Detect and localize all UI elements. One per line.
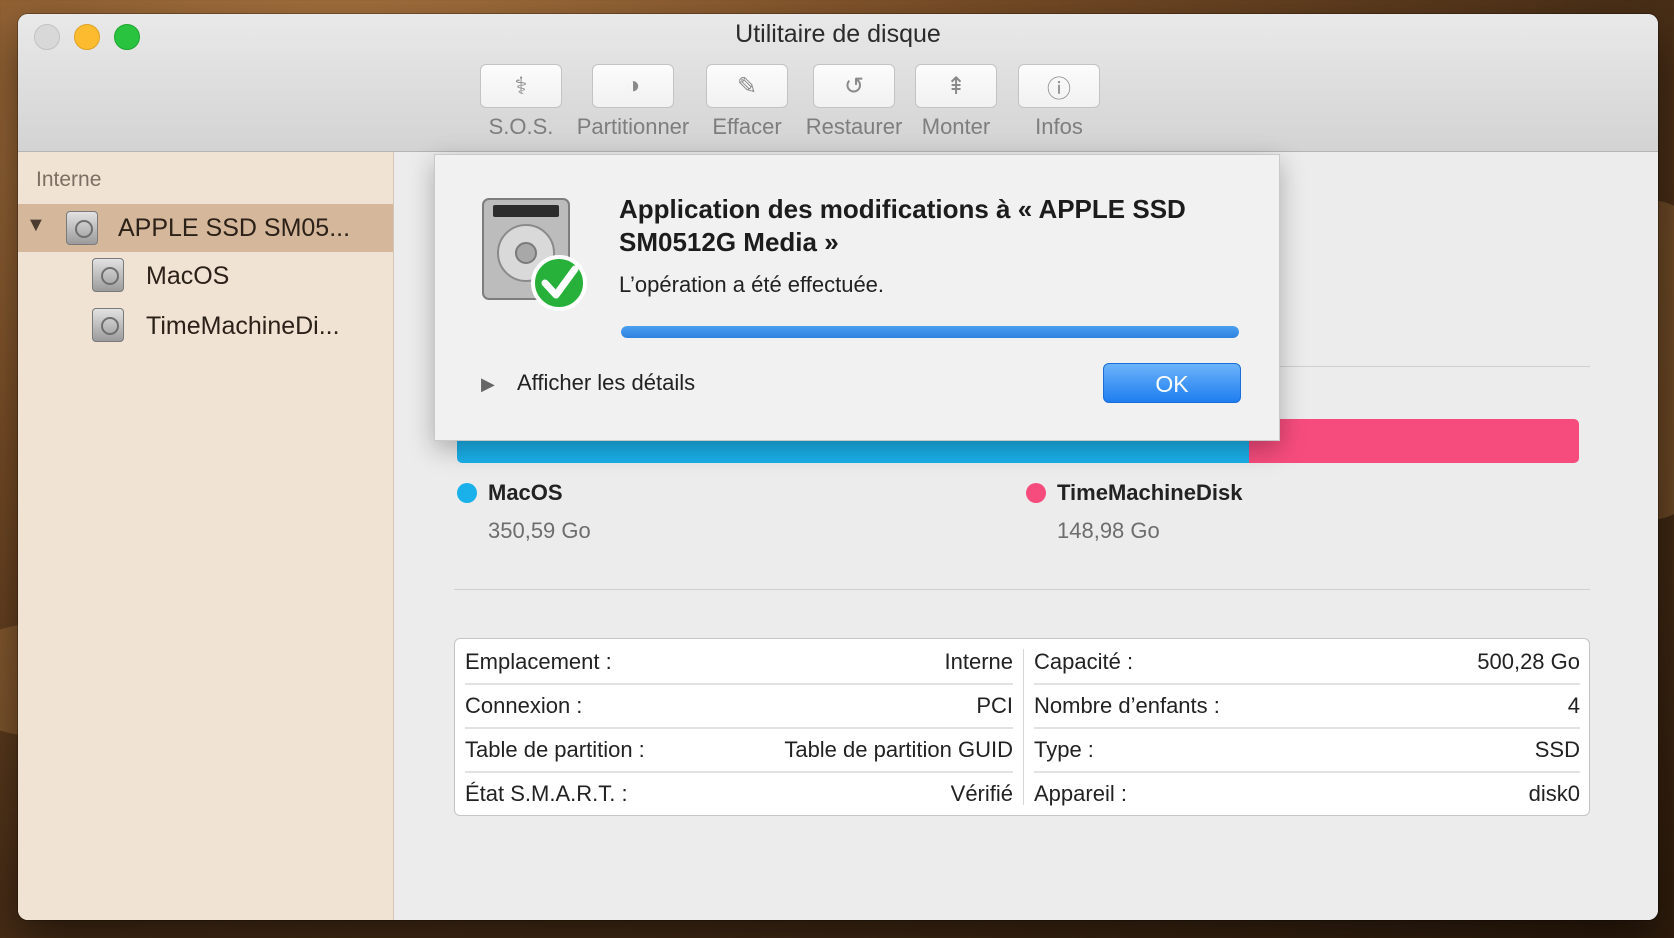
mount-icon[interactable]: ⇞ (915, 64, 997, 108)
info-value: SSD (1534, 737, 1580, 762)
toolbar-restore-label: Restaurer (805, 114, 903, 139)
info-value: Table de partition GUID (784, 737, 1013, 762)
ok-button[interactable]: OK (1103, 363, 1241, 403)
stethoscope-icon[interactable]: ⚕ (480, 64, 562, 108)
info-key: Capacité : (1034, 649, 1134, 674)
info-row: Table de partition : Table de partition … (465, 727, 1013, 773)
disclosure-triangle-icon[interactable]: ▶ (481, 374, 495, 395)
info-key: Emplacement : (465, 649, 612, 674)
legend-size-timemachine: 148,98 Go (1057, 518, 1160, 543)
disk-utility-window: Utilitaire de disque ⚕ S.O.S. ◑ Partitio… (18, 14, 1658, 920)
sidebar-item-disk[interactable]: ▼ APPLE SSD SM05... (18, 204, 393, 252)
toolbar-sos-label: S.O.S. (488, 114, 554, 139)
info-table: Emplacement : Interne Connexion : PCI Ta… (454, 638, 1590, 816)
sidebar-volume-label: TimeMachineDi... (146, 312, 340, 340)
titlebar: Utilitaire de disque ⚕ S.O.S. ◑ Partitio… (18, 14, 1658, 152)
info-column-right: Capacité : 500,28 Go Nombre d’enfants : … (1024, 639, 1590, 815)
info-value: Interne (944, 649, 1014, 674)
window-title: Utilitaire de disque (735, 20, 941, 48)
toolbar-info[interactable]: ⓘ Infos (1018, 64, 1100, 140)
pie-chart-icon[interactable]: ◑ (592, 64, 674, 108)
sidebar: Interne ▼ APPLE SSD SM05... MacOS TimeMa… (18, 152, 394, 920)
completion-sheet: Application des modifications à « APPLE … (434, 154, 1280, 441)
info-row: Emplacement : Interne (465, 639, 1013, 685)
sidebar-item-macos[interactable]: MacOS (18, 252, 393, 300)
show-details-button[interactable]: Afficher les détails (517, 370, 695, 396)
legend-name-timemachine: TimeMachineDisk (1057, 480, 1243, 505)
legend-size-macos: 350,59 Go (488, 518, 591, 543)
legend-name-macos: MacOS (488, 480, 563, 505)
info-icon[interactable]: ⓘ (1018, 64, 1100, 108)
toolbar-erase[interactable]: ✎ Effacer (706, 64, 788, 140)
volume-icon (92, 308, 124, 342)
sidebar-disk-label: APPLE SSD SM05... (118, 214, 351, 242)
info-value: Vérifié (950, 781, 1013, 806)
disclosure-triangle-icon[interactable]: ▼ (26, 214, 46, 237)
info-row: État S.M.A.R.T. : Vérifié (465, 771, 1013, 815)
sidebar-volume-label: MacOS (146, 262, 230, 290)
toolbar-partition[interactable]: ◑ Partitionner (573, 64, 693, 140)
toolbar-mount[interactable]: ⇞ Monter (914, 64, 998, 140)
restore-icon[interactable]: ↺ (813, 64, 895, 108)
toolbar-info-label: Infos (1035, 114, 1083, 139)
info-key: Connexion : (465, 693, 583, 718)
info-value: 500,28 Go (1477, 649, 1580, 674)
info-row: Type : SSD (1034, 727, 1580, 773)
hard-drive-check-icon (482, 198, 587, 311)
sidebar-heading-internal: Interne (36, 168, 102, 191)
toolbar-sos[interactable]: ⚕ S.O.S. (480, 64, 562, 140)
legend-dot-macos (457, 483, 477, 503)
volume-icon (92, 258, 124, 292)
info-row: Nombre d’enfants : 4 (1034, 683, 1580, 729)
info-row: Capacité : 500,28 Go (1034, 639, 1580, 685)
info-value: 4 (1567, 693, 1580, 718)
sheet-title: Application des modifications à « APPLE … (619, 194, 1186, 257)
toolbar-restore[interactable]: ↺ Restaurer (804, 64, 904, 140)
divider (454, 589, 1590, 590)
info-key: État S.M.A.R.T. : (465, 781, 628, 806)
info-value: disk0 (1528, 781, 1580, 806)
usage-segment-timemachine (1248, 419, 1579, 463)
info-row: Appareil : disk0 (1034, 771, 1580, 815)
info-row: Connexion : PCI (465, 683, 1013, 729)
info-key: Type : (1034, 737, 1094, 762)
erase-icon[interactable]: ✎ (706, 64, 788, 108)
toolbar-erase-label: Effacer (712, 114, 782, 139)
sheet-message: L’opération a été effectuée. (619, 272, 885, 297)
legend-dot-timemachine (1026, 483, 1046, 503)
toolbar-partition-label: Partitionner (576, 114, 690, 139)
progress-bar-fill (621, 326, 1239, 338)
info-key: Nombre d’enfants : (1034, 693, 1220, 718)
info-key: Table de partition : (465, 737, 645, 762)
info-key: Appareil : (1034, 781, 1127, 806)
progress-bar (621, 326, 1239, 338)
hard-drive-icon (66, 211, 98, 245)
toolbar-mount-label: Monter (921, 114, 991, 139)
info-column-left: Emplacement : Interne Connexion : PCI Ta… (455, 639, 1023, 815)
sidebar-item-timemachine[interactable]: TimeMachineDi... (18, 302, 393, 350)
info-value: PCI (976, 693, 1013, 718)
